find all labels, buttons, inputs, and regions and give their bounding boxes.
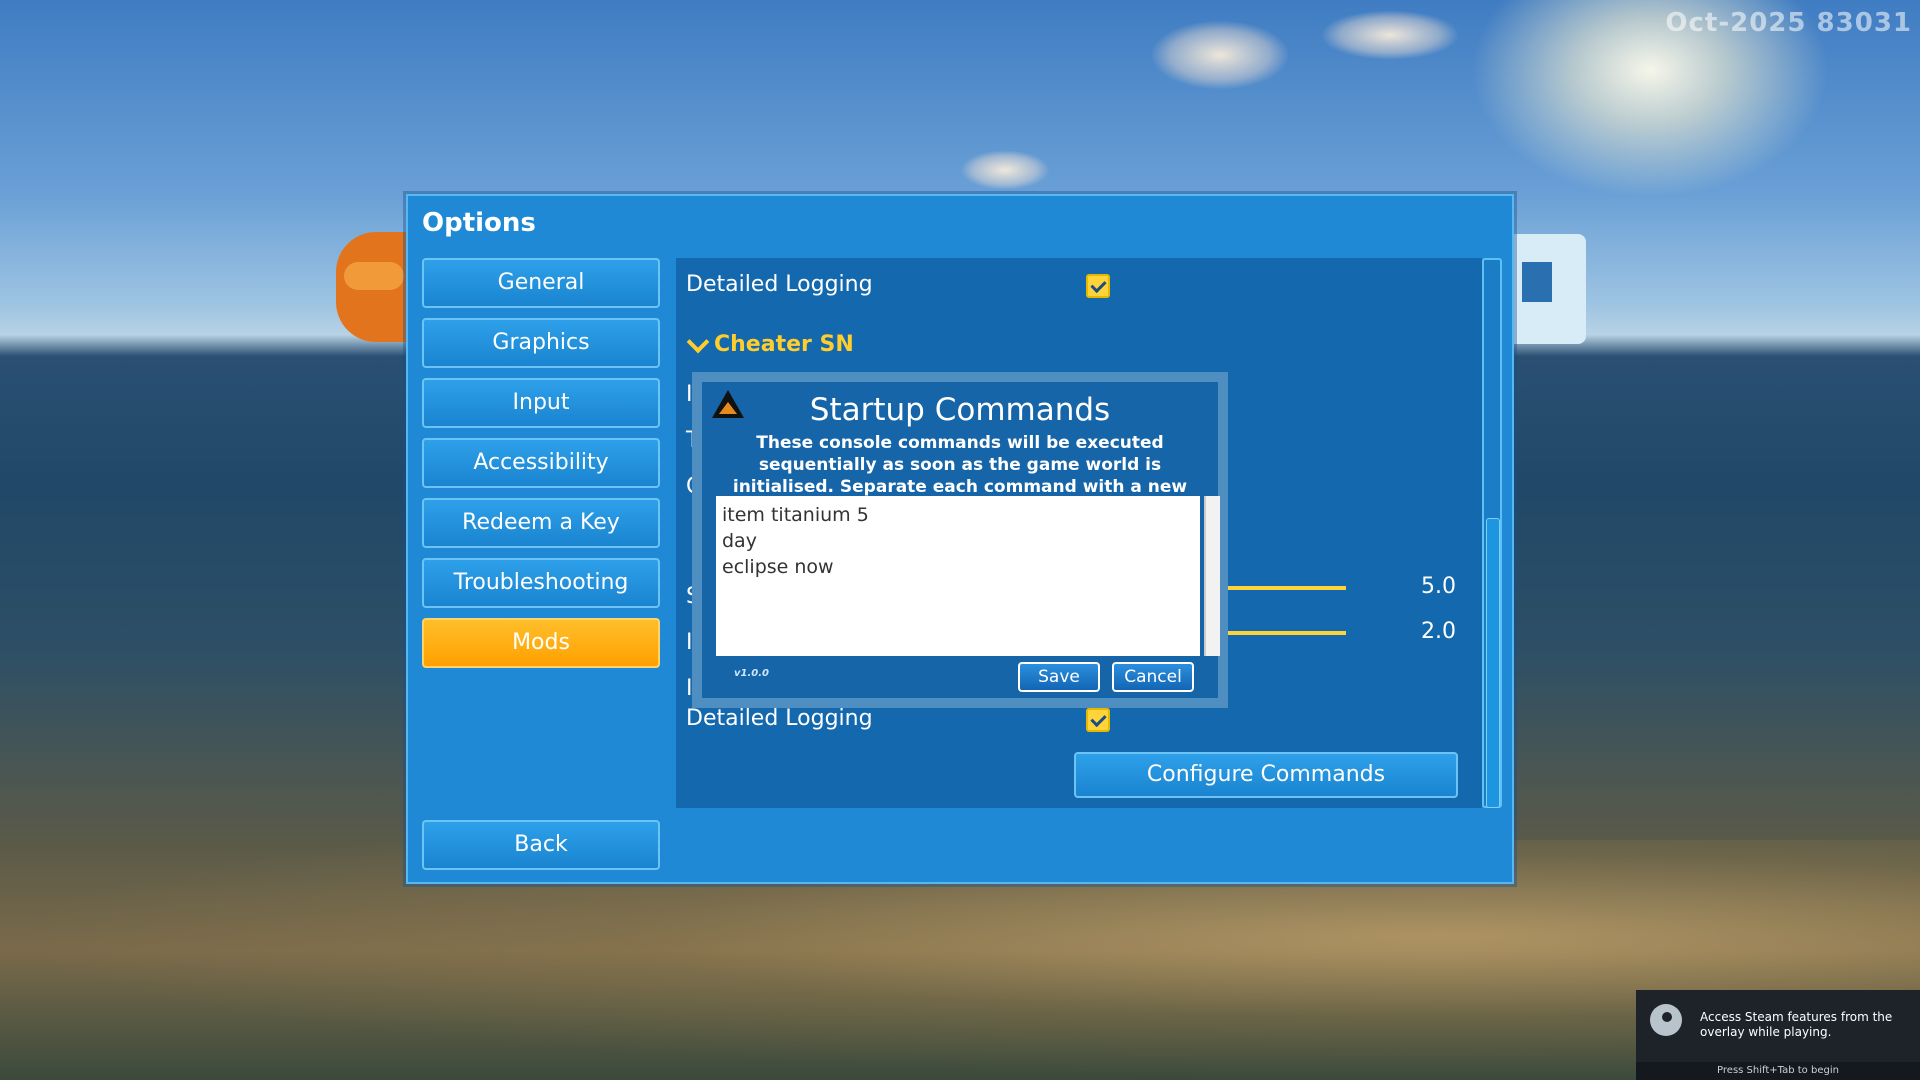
detailed-logging-label: Detailed Logging [686, 272, 873, 297]
detailed-logging-label: Detailed Logging [686, 706, 873, 731]
cheater-sn-section-title[interactable]: Cheater SN [714, 332, 854, 357]
dialog-body: Startup Commands These console commands … [702, 382, 1220, 698]
back-button[interactable]: Back [422, 820, 660, 870]
build-watermark: Oct-2025 83031 [1665, 8, 1912, 38]
options-title: Options [422, 208, 536, 238]
detailed-logging-checkbox[interactable] [1086, 708, 1110, 732]
content-scrollbar[interactable] [1482, 258, 1502, 808]
nav-general-button[interactable]: General [422, 258, 660, 308]
startup-commands-dialog: Startup Commands These console commands … [692, 372, 1228, 708]
nav-input-button[interactable]: Input [422, 378, 660, 428]
nav-redeem-key-button[interactable]: Redeem a Key [422, 498, 660, 548]
steam-icon [1650, 1004, 1682, 1036]
cloud [960, 150, 1050, 190]
cloud [1320, 10, 1460, 60]
steam-hint-text: Press Shift+Tab to begin [1717, 1065, 1839, 1076]
nav-troubleshooting-button[interactable]: Troubleshooting [422, 558, 660, 608]
version-label: v1.0.0 [734, 668, 769, 679]
nav-mods-button[interactable]: Mods [422, 618, 660, 668]
textarea-scrollbar[interactable] [1204, 496, 1220, 656]
steam-overlay-notification[interactable]: Access Steam features from the overlay w… [1636, 990, 1920, 1080]
slider-value: 2.0 [1421, 619, 1456, 644]
cancel-button[interactable]: Cancel [1112, 662, 1194, 692]
command-line: day [722, 530, 757, 552]
save-button[interactable]: Save [1018, 662, 1100, 692]
command-line: eclipse now [722, 556, 834, 578]
detailed-logging-checkbox[interactable] [1086, 274, 1110, 298]
nav-graphics-button[interactable]: Graphics [422, 318, 660, 368]
chevron-down-icon[interactable] [686, 330, 710, 354]
slider-value: 5.0 [1421, 574, 1456, 599]
cloud [1150, 20, 1290, 90]
commands-textarea[interactable]: item titanium 5 day eclipse now [716, 496, 1200, 656]
command-line: item titanium 5 [722, 504, 869, 526]
nav-accessibility-button[interactable]: Accessibility [422, 438, 660, 488]
scrollbar-thumb[interactable] [1486, 518, 1500, 808]
dialog-title: Startup Commands [809, 392, 1111, 428]
steam-notification-text: Access Steam features from the overlay w… [1700, 1010, 1893, 1039]
configure-commands-button[interactable]: Configure Commands [1074, 752, 1458, 798]
